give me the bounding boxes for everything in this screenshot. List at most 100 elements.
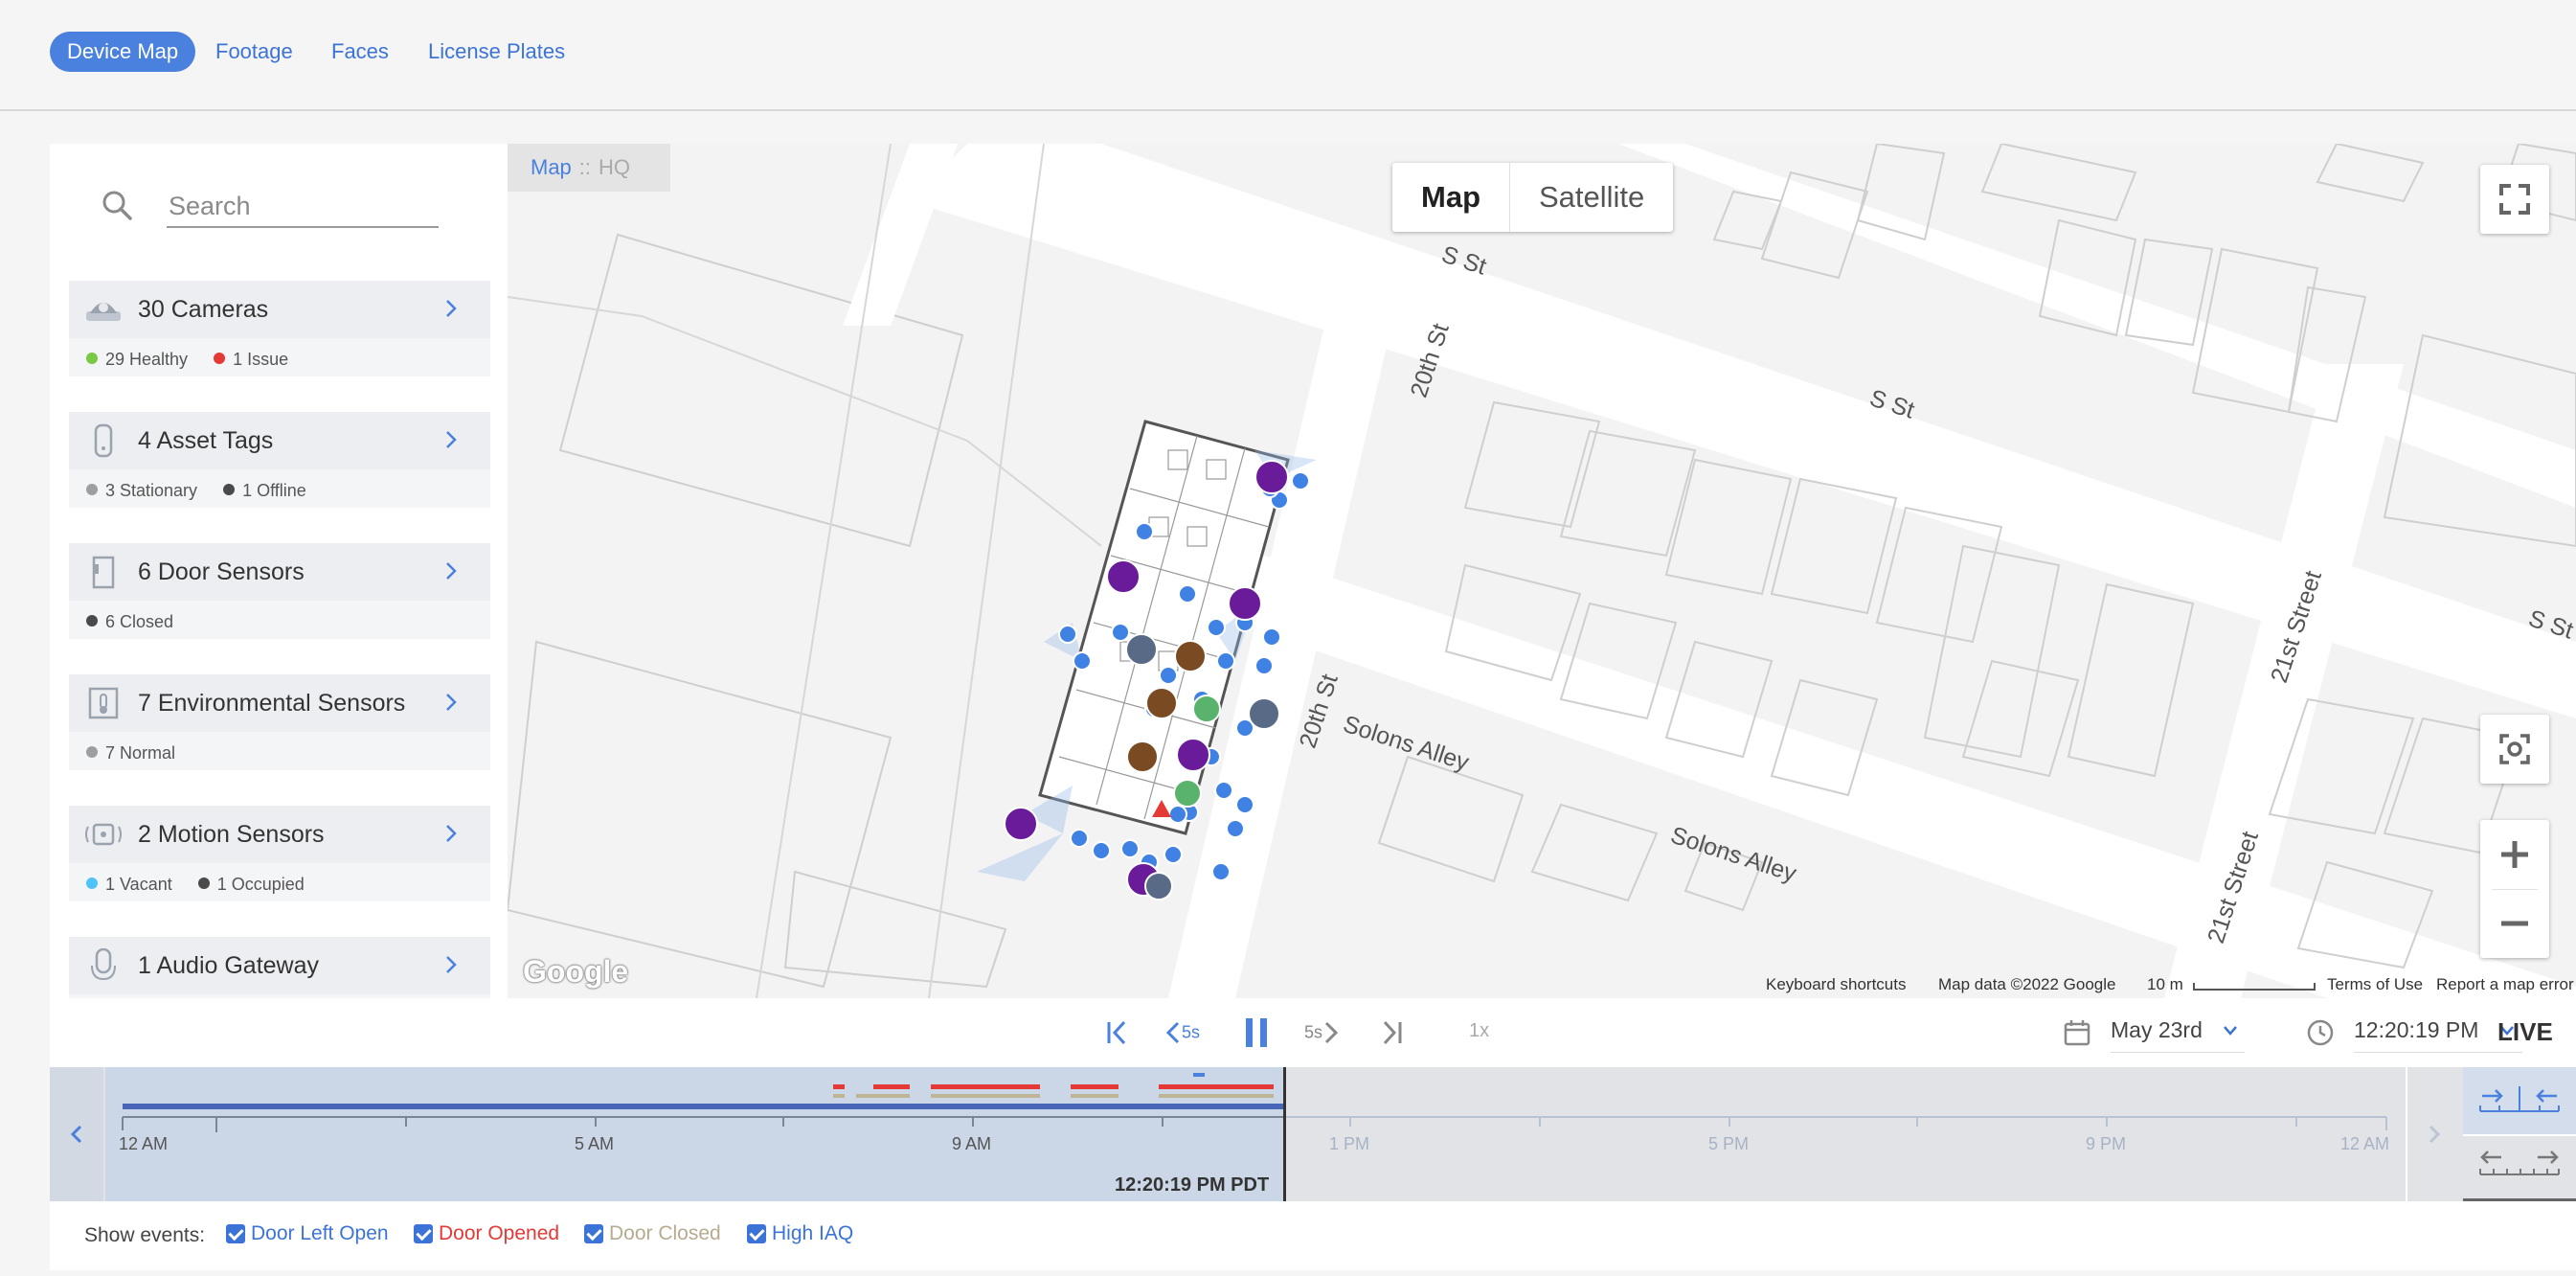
status-healthy: 29 Healthy [86,350,188,369]
report-error-link[interactable]: Report a map error [2436,975,2574,994]
motion-sensor-icon [85,823,122,846]
recenter-button[interactable] [2480,715,2549,784]
chevron-right-icon [446,431,457,448]
map-type-map-button[interactable]: Map [1392,163,1510,232]
camera-icon [86,303,121,321]
search-input[interactable] [167,186,439,228]
timeline-playhead[interactable] [1283,1067,1286,1201]
timeline-tick-label: 12 AM [119,1134,169,1153]
timeline-zoom-in-button[interactable] [2463,1067,2576,1134]
microphone-icon [91,948,116,981]
zoom-out-icon[interactable] [2480,889,2549,958]
terms-link[interactable]: Terms of Use [2327,975,2423,994]
timeline-tick-label: 12 AM [2340,1134,2390,1153]
device-card-asset-tags[interactable]: 4 Asset Tags 3 Stationary 1 Offline [69,412,490,508]
fullscreen-icon [2499,184,2530,215]
device-card-door-sensors[interactable]: 6 Door Sensors 6 Closed [69,543,490,639]
zoom-in-icon[interactable] [2480,820,2549,889]
calendar-icon [2064,1020,2090,1046]
time-select[interactable]: 12:20:19 PM [2354,1017,2522,1053]
zoom-control [2480,820,2549,958]
live-button[interactable]: LIVE [2497,1017,2553,1047]
timeline-playhead-label: 12:20:19 PM PDT [1115,1174,1270,1196]
device-label: 7 Environmental Sensors [138,690,406,717]
breadcrumb-current: HQ [599,155,631,179]
chevron-left-icon [1165,1021,1180,1044]
door-sensor-icon [92,556,115,589]
playback-controls: 5s 5s 1x May 23rd 12:20:19 PM LIVE [50,998,2576,1067]
timeline-tick-label: 1 PM [1329,1134,1370,1153]
timeline-next-button[interactable] [2406,1067,2461,1201]
map-type-toggle: Map Satellite [1392,163,1674,232]
checkbox-checked[interactable] [747,1224,766,1243]
tab-license-plates[interactable]: License Plates [411,32,582,72]
checkbox-checked[interactable] [226,1224,245,1243]
timeline-tick-label: 9 AM [952,1134,992,1153]
status-occupied: 1 Occupied [197,875,305,894]
events-title: Show events: [84,1224,206,1246]
device-card-environmental-sensors[interactable]: 7 Environmental Sensors 7 Normal [69,674,490,770]
device-card-cameras[interactable]: 30 Cameras 29 Healthy 1 Issue [69,281,490,376]
device-map[interactable]: S St S St S St 20th St 20th St Solons Al… [508,144,2576,998]
status-stationary: 3 Stationary [86,481,197,500]
timeline[interactable]: 12 AM 5 AM 9 AM 1 PM 5 PM 9 PM 12 AM 12:… [50,1067,2576,1201]
status-vacant: 1 Vacant [86,875,172,894]
filter-door-opened[interactable]: Door Opened [414,1222,559,1245]
chevron-right-icon [446,562,457,580]
fullscreen-button[interactable] [2480,165,2549,234]
device-label: 6 Door Sensors [138,558,305,585]
status-offline: 1 Offline [223,481,306,500]
chevron-right-icon [446,825,457,842]
checkbox-checked[interactable] [584,1224,603,1243]
environmental-sensor-icon [88,687,119,719]
tab-footage[interactable]: Footage [198,32,310,72]
skip-to-start-icon[interactable] [1103,1018,1132,1047]
search-icon [102,191,132,220]
device-label: 1 Audio Gateway [138,952,320,979]
zoom-in-range-icon [2479,1086,2560,1112]
device-sidebar: 30 Cameras 29 Healthy 1 Issue 4 Asset Ta… [50,144,509,998]
chevron-right-icon [2429,1125,2441,1144]
keyboard-shortcuts-link[interactable]: Keyboard shortcuts [1766,975,1906,994]
breadcrumb-map-link[interactable]: Map [531,155,572,179]
top-nav: Device Map Footage Faces License Plates [0,0,2576,111]
status-issue: 1 Issue [214,350,288,369]
tab-device-map[interactable]: Device Map [50,32,196,72]
checkbox-checked[interactable] [414,1224,433,1243]
tab-faces[interactable]: Faces [314,32,406,72]
timeline-tick-label: 9 PM [2086,1134,2127,1153]
status-closed: 6 Closed [86,612,173,631]
focus-icon [2499,734,2530,764]
filter-door-left-open[interactable]: Door Left Open [226,1222,389,1245]
chevron-down-icon [2224,1026,2238,1036]
device-label: 4 Asset Tags [138,427,274,454]
date-select[interactable]: May 23rd [2111,1017,2245,1053]
google-logo: Google [523,954,629,989]
pause-icon[interactable] [1242,1016,1271,1049]
chevron-right-icon [1324,1021,1339,1044]
playback-speed[interactable]: 1x [1469,1020,1489,1042]
event-filters: Show events: Door Left Open Door Opened … [50,1201,2576,1270]
breadcrumb: Map:: HQ [508,144,670,192]
device-card-audio-gateway[interactable]: 1 Audio Gateway [69,937,490,998]
skip-fwd-5s-button[interactable]: 5s [1304,1019,1340,1046]
map-type-satellite-button[interactable]: Satellite [1510,163,1673,232]
timeline-zoom-out-button[interactable] [2463,1134,2576,1201]
map-data-attribution: Map data ©2022 Google [1938,975,2116,993]
asset-tag-icon [94,423,113,458]
status-normal: 7 Normal [86,743,175,763]
filter-high-iaq[interactable]: High IAQ [747,1222,853,1245]
filter-door-closed[interactable]: Door Closed [584,1222,721,1245]
map-canvas[interactable] [508,144,2576,998]
device-card-motion-sensors[interactable]: 2 Motion Sensors 1 Vacant 1 Occupied [69,806,490,901]
clock-icon [2307,1019,2334,1046]
timeline-tick-label: 5 AM [575,1134,615,1153]
chevron-right-icon [446,694,457,711]
timeline-tick-label: 5 PM [1708,1134,1750,1153]
skip-to-end-icon[interactable] [1377,1018,1406,1047]
device-label: 2 Motion Sensors [138,821,325,848]
device-label: 30 Cameras [138,296,269,323]
skip-back-5s-button[interactable]: 5s [1164,1019,1200,1046]
chevron-right-icon [446,300,457,317]
map-scale-label: 10 m [2147,975,2183,993]
